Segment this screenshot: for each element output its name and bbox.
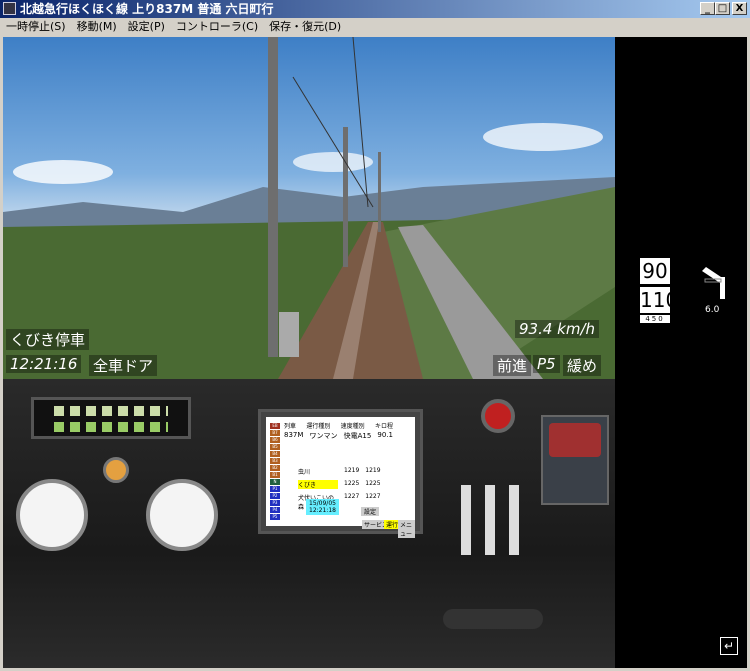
col-km: キロ程 bbox=[374, 423, 393, 430]
notch-eb: EB bbox=[270, 423, 280, 429]
kilometer: 90.1 bbox=[377, 431, 393, 439]
col-speed-type: 速度種別 bbox=[340, 423, 365, 430]
app-icon bbox=[3, 2, 16, 15]
enter-icon[interactable]: ↵ bbox=[720, 637, 738, 655]
speed-type: 快電A15 bbox=[343, 432, 372, 440]
col-service: 運行種別 bbox=[306, 423, 331, 430]
next-speed-limit-sign: 110 bbox=[640, 287, 679, 313]
notch-p2: P2 bbox=[270, 493, 280, 499]
driver-monitor: EB B7 B6 B5 B4 B3 B2 B1 N P1 P2 P3 P4 P5 列車 運行種別 速度種別 キロ… bbox=[258, 409, 423, 538]
notch-b7: B7 bbox=[270, 430, 280, 436]
speed-limit-sign: 90 bbox=[640, 258, 670, 284]
notch-indicator: EB B7 B6 B5 B4 B3 B2 B1 N P1 P2 P3 P4 P5 bbox=[270, 423, 280, 521]
limit-distance: 450 bbox=[640, 315, 670, 323]
departure: 1219 bbox=[365, 467, 381, 474]
brake-status: 緩め bbox=[563, 355, 602, 376]
train-number: 837M bbox=[284, 431, 304, 439]
menu-settings[interactable]: 設定(P) bbox=[128, 20, 165, 33]
emergency-button[interactable] bbox=[481, 399, 515, 433]
title-bar: 北越急行ほくほく線 上り837M 普通 六日町行 _ □ X bbox=[0, 0, 750, 18]
monitor-settings-button[interactable]: 設定 bbox=[361, 507, 380, 516]
maximize-button[interactable]: □ bbox=[715, 2, 730, 15]
arrival: 1227 bbox=[344, 493, 360, 500]
station-name-current: くびき bbox=[298, 480, 338, 489]
gradient-sign-icon bbox=[702, 267, 725, 299]
notch-b4: B4 bbox=[270, 451, 280, 457]
menu-pause[interactable]: 一時停止(S) bbox=[6, 20, 66, 33]
pilot-lamp bbox=[103, 457, 129, 483]
arrival: 1225 bbox=[344, 480, 360, 487]
direction-status: 前進 bbox=[493, 355, 532, 376]
date-time: 15/09/05 12:21:18 bbox=[306, 499, 339, 515]
notch-n: N bbox=[270, 479, 280, 485]
window-title: 北越急行ほくほく線 上り837M 普通 六日町行 bbox=[20, 2, 274, 16]
notch-b5: B5 bbox=[270, 444, 280, 450]
departure: 1225 bbox=[365, 480, 381, 487]
cab-panel: EB B7 B6 B5 B4 B3 B2 B1 N P1 P2 P3 P4 P5 列車 運行種別 速度種別 キロ… bbox=[3, 379, 615, 668]
master-controller[interactable] bbox=[443, 609, 543, 629]
simulator-view[interactable]: くびき停車 12:21:16 全車ドア 93.4 km/h 前進 P5 緩め E… bbox=[3, 37, 747, 668]
time-display: 12:21:16 bbox=[6, 355, 82, 373]
notch-b2: B2 bbox=[270, 465, 280, 471]
notch-p4: P4 bbox=[270, 507, 280, 513]
notch-p3: P3 bbox=[270, 500, 280, 506]
minimize-button[interactable]: _ bbox=[700, 2, 715, 15]
signal-panel: 90 110 450 6.0 ↵ bbox=[615, 37, 747, 668]
monitor-menu-button[interactable]: メニュー bbox=[398, 520, 415, 538]
notch-b1: B1 bbox=[270, 472, 280, 478]
speed-display: 93.4 km/h bbox=[515, 320, 600, 338]
station-name: 虫川 bbox=[298, 469, 311, 476]
service-type: ワンマン bbox=[309, 432, 338, 440]
indicator-lamps bbox=[31, 397, 191, 439]
menu-save-restore[interactable]: 保存・復元(D) bbox=[269, 20, 341, 33]
menu-bar: 一時停止(S) 移動(M) 設定(P) コントローラ(C) 保存・復元(D) bbox=[0, 18, 750, 36]
col-train: 列車 bbox=[284, 423, 297, 430]
notch-p1: P1 bbox=[270, 486, 280, 492]
pressure-gauge-left bbox=[16, 479, 88, 551]
notch-p5: P5 bbox=[270, 514, 280, 520]
menu-controller[interactable]: コントローラ(C) bbox=[176, 20, 258, 33]
front-view: くびき停車 12:21:16 全車ドア 93.4 km/h 前進 P5 緩め bbox=[3, 37, 615, 379]
door-status: 全車ドア bbox=[89, 355, 158, 376]
menu-move[interactable]: 移動(M) bbox=[77, 20, 117, 33]
stop-indicator: くびき停車 bbox=[6, 329, 90, 350]
notch-status: P5 bbox=[533, 355, 560, 373]
switch-panel[interactable] bbox=[461, 485, 531, 555]
notch-b6: B6 bbox=[270, 437, 280, 443]
close-button[interactable]: X bbox=[732, 2, 747, 15]
arrival: 1219 bbox=[344, 467, 360, 474]
pressure-gauge-right bbox=[146, 479, 218, 551]
radio-unit bbox=[541, 415, 609, 505]
notch-b3: B3 bbox=[270, 458, 280, 464]
gradient-value: 6.0 bbox=[705, 305, 720, 315]
